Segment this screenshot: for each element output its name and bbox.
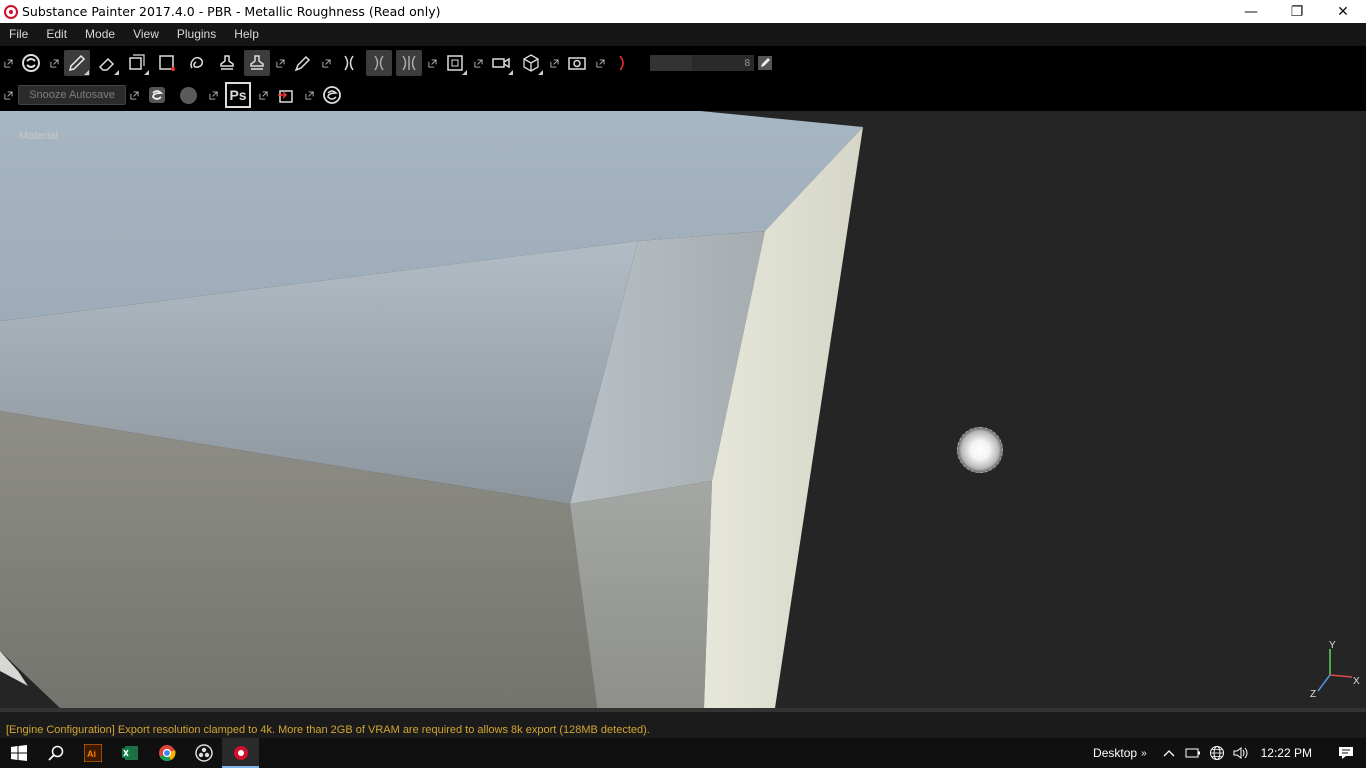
menu-mode[interactable]: Mode <box>76 23 124 46</box>
substance-share-button[interactable] <box>144 82 170 108</box>
substance-logo-button[interactable] <box>18 50 44 76</box>
axis-x-label: X <box>1353 676 1360 687</box>
show-hidden-icons-chevron-icon[interactable] <box>1157 738 1181 768</box>
network-globe-icon[interactable] <box>1205 738 1229 768</box>
substance-painter-logo-icon <box>4 4 18 19</box>
axis-y-label: Y <box>1329 640 1336 651</box>
minimize-button[interactable]: — <box>1228 0 1274 23</box>
detach-icon[interactable] <box>321 58 331 68</box>
svg-text:Ai: Ai <box>87 749 96 759</box>
menu-plugins[interactable]: Plugins <box>168 23 225 46</box>
status-circle-icon <box>180 86 197 104</box>
tools-toolbar: 8 <box>0 47 1366 79</box>
desktop-toolbar-label[interactable]: Desktop <box>1093 746 1137 760</box>
projection-tool-button[interactable] <box>124 50 150 76</box>
window-controls: — ❐ ✕ <box>1228 0 1366 23</box>
close-button[interactable]: ✕ <box>1320 0 1366 23</box>
maximize-button[interactable]: ❐ <box>1274 0 1320 23</box>
color-picker-tool-button[interactable] <box>290 50 316 76</box>
detach-icon[interactable] <box>427 58 437 68</box>
cube-view-button[interactable] <box>518 50 544 76</box>
iray-toggle-button[interactable] <box>610 50 636 76</box>
material-picker-stamp-button[interactable] <box>244 50 270 76</box>
mirror-y-button[interactable] <box>396 50 422 76</box>
windows-taskbar: Ai Desktop » 12:22 PM <box>0 738 1366 768</box>
volume-icon[interactable] <box>1229 738 1253 768</box>
detach-icon[interactable] <box>473 58 483 68</box>
clone-stamp-tool-button[interactable] <box>214 50 240 76</box>
mirror-x-button[interactable] <box>366 50 392 76</box>
menu-edit[interactable]: Edit <box>37 23 76 46</box>
camera-button[interactable] <box>488 50 514 76</box>
brush-size-value: 8 <box>744 57 750 69</box>
polygon-fill-tool-button[interactable] <box>154 50 180 76</box>
symmetry-toggle-button[interactable] <box>336 50 362 76</box>
detach-icon[interactable] <box>275 58 285 68</box>
status-message: [Engine Configuration] Export resolution… <box>6 724 650 736</box>
viewport-channel-label: Material <box>19 130 59 142</box>
menu-file[interactable]: File <box>0 23 37 46</box>
detach-icon[interactable] <box>129 90 139 100</box>
title-bar: Substance Painter 2017.4.0 - PBR - Metal… <box>0 0 1366 23</box>
detach-icon[interactable] <box>3 90 13 100</box>
battery-icon[interactable] <box>1181 738 1205 768</box>
detach-icon[interactable] <box>3 58 13 68</box>
substance-painter-taskbar-icon[interactable] <box>222 738 259 768</box>
detach-icon[interactable] <box>549 58 559 68</box>
chrome-icon[interactable] <box>148 738 185 768</box>
taskbar-clock[interactable]: 12:22 PM <box>1261 746 1312 760</box>
plugins-toolbar: Snooze Autosave Ps <box>0 79 1366 111</box>
desktop-chevron-icon[interactable]: » <box>1141 748 1147 759</box>
mesh-render <box>0 111 863 708</box>
windows-start-icon[interactable] <box>0 738 37 768</box>
detach-icon[interactable] <box>595 58 605 68</box>
pen-pressure-icon[interactable] <box>758 56 772 70</box>
window-title: Substance Painter 2017.4.0 - PBR - Metal… <box>22 4 441 19</box>
menu-help[interactable]: Help <box>225 23 268 46</box>
menu-view[interactable]: View <box>124 23 168 46</box>
search-icon[interactable] <box>37 738 74 768</box>
system-tray: Desktop » 12:22 PM <box>1093 738 1366 768</box>
excel-icon[interactable] <box>111 738 148 768</box>
export-textures-button[interactable] <box>273 82 299 108</box>
environment-light-icon[interactable] <box>957 427 1003 473</box>
eraser-tool-button[interactable] <box>94 50 120 76</box>
illustrator-icon[interactable]: Ai <box>74 738 111 768</box>
status-bar: [Engine Configuration] Export resolution… <box>0 708 1366 738</box>
detach-icon[interactable] <box>208 90 218 100</box>
menu-bar: File Edit Mode View Plugins Help <box>0 23 1366 46</box>
view-2d-3d-button[interactable] <box>442 50 468 76</box>
brush-size-slider[interactable]: 8 <box>650 55 754 71</box>
smudge-tool-button[interactable] <box>184 50 210 76</box>
obs-recorder-icon[interactable] <box>185 738 222 768</box>
axis-z-label: Z <box>1310 689 1316 699</box>
action-center-icon[interactable] <box>1326 738 1366 768</box>
detach-icon[interactable] <box>304 90 314 100</box>
3d-viewport[interactable]: Material Y X Z <box>0 111 1366 708</box>
detach-icon[interactable] <box>49 58 59 68</box>
detach-icon[interactable] <box>258 90 268 100</box>
substance-source-button[interactable] <box>319 82 345 108</box>
axis-gizmo-icon: Y X Z <box>1310 640 1360 699</box>
screenshot-camera-button[interactable] <box>564 50 590 76</box>
paint-brush-tool-button[interactable] <box>64 50 90 76</box>
photoshop-export-button[interactable]: Ps <box>225 82 251 108</box>
snooze-autosave-button[interactable]: Snooze Autosave <box>18 85 126 105</box>
